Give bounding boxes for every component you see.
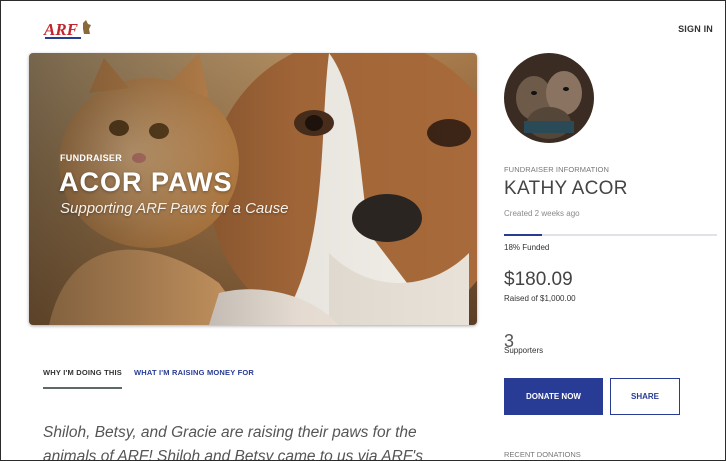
funding-progress-bar [504,234,717,236]
sign-in-link[interactable]: SIGN IN [678,24,713,34]
fundraiser-title: ACOR PAWS [59,167,233,197]
fundraiser-info-label: FUNDRAISER INFORMATION [504,165,609,174]
created-date: Created 2 weeks ago [504,209,580,218]
owner-name: KATHY ACOR [504,178,628,199]
hero-image: FUNDRAISER ACOR PAWS Supporting ARF Paws… [29,53,477,325]
raised-of-goal: Raised of $1,000.00 [504,294,576,303]
fundraiser-subtitle: Supporting ARF Paws for a Cause [60,200,289,217]
share-button[interactable]: SHARE [610,378,680,415]
tab-why-im-doing-this[interactable]: WHY I'M DOING THIS [43,368,122,389]
arf-logo[interactable]: ARF [43,19,93,43]
recent-donations-heading: RECENT DONATIONS [504,450,581,459]
supporters-label: Supporters [504,346,544,355]
logo-text: ARF [43,20,79,39]
story-tabs: WHY I'M DOING THIS WHAT I'M RAISING MONE… [43,368,254,389]
fundraiser-tag: FUNDRAISER [60,153,123,163]
donate-now-button[interactable]: DONATE NOW [504,378,603,415]
page-frame: ARF SIGN IN FUNDRAISER ACOR PAWS Support… [0,0,726,461]
story-text: Shiloh, Betsy, and Gracie are raising th… [43,424,423,461]
avatar-photo [504,53,594,143]
funded-label: 18% Funded [504,243,550,252]
tab-what-im-raising-money-for[interactable]: WHAT I'M RAISING MONEY FOR [134,368,254,389]
avatar [504,53,594,143]
raised-amount: $180.09 [504,269,573,290]
funding-progress-fill [504,234,543,236]
